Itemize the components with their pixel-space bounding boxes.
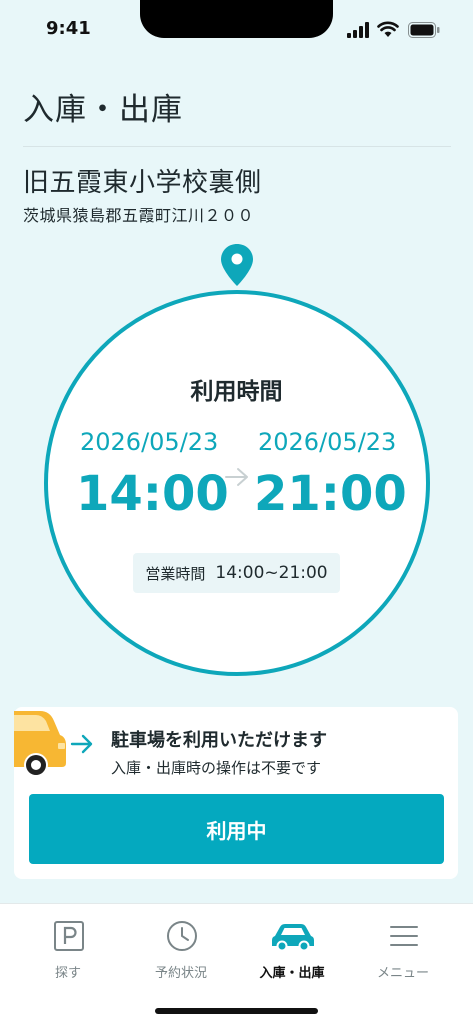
device-notch — [140, 0, 333, 38]
arrow-right-icon — [70, 734, 93, 754]
in-use-button[interactable]: 利用中 — [29, 794, 444, 864]
status-time: 9:41 — [46, 18, 91, 39]
location-address: 茨城県猿島郡五霞町江川２００ — [23, 206, 255, 225]
start-date: 2026/05/23 — [80, 428, 219, 456]
status-bar: 9:41 — [0, 0, 473, 62]
wifi-icon — [377, 21, 399, 37]
business-hours-label: 営業時間 — [145, 564, 206, 583]
location-name: 旧五霞東小学校裏側 — [23, 168, 262, 198]
notice-subtitle: 入庫・出庫時の操作は不要です — [111, 759, 322, 777]
end-date: 2026/05/23 — [258, 428, 397, 456]
tab-label: メニュー — [376, 966, 429, 981]
car-illustration-icon — [14, 711, 66, 777]
end-time: 21:00 — [254, 466, 407, 522]
arrow-right-icon — [225, 468, 248, 486]
start-time: 14:00 — [76, 466, 229, 522]
tab-reservation-status[interactable]: 予約状況 — [122, 904, 240, 994]
location-pin-icon — [221, 244, 253, 286]
business-hours-value: 14:00~21:00 — [215, 563, 328, 583]
notice-title: 駐車場を利用いただけます — [111, 730, 327, 751]
page-title: 入庫・出庫 — [23, 92, 183, 128]
tab-entry-exit[interactable]: 入庫・出庫 — [233, 904, 351, 994]
parking-icon — [54, 921, 84, 951]
business-hours-badge: 営業時間 14:00~21:00 — [133, 553, 340, 593]
car-icon — [272, 924, 314, 952]
menu-icon — [390, 926, 418, 946]
tab-label: 探す — [54, 966, 81, 981]
tab-label: 予約状況 — [154, 966, 207, 981]
battery-icon — [408, 22, 440, 38]
divider — [23, 146, 451, 147]
clock-icon — [167, 921, 197, 951]
tab-label: 入庫・出庫 — [259, 966, 325, 981]
usage-time-heading: 利用時間 — [190, 379, 283, 405]
signal-icon — [347, 22, 369, 38]
home-indicator — [155, 1008, 318, 1014]
tab-menu[interactable]: メニュー — [344, 904, 462, 994]
tab-search[interactable]: 探す — [9, 904, 127, 994]
bottom-tab-bar: 探す 予約状況 入庫・出庫 メニュー — [0, 903, 473, 1024]
